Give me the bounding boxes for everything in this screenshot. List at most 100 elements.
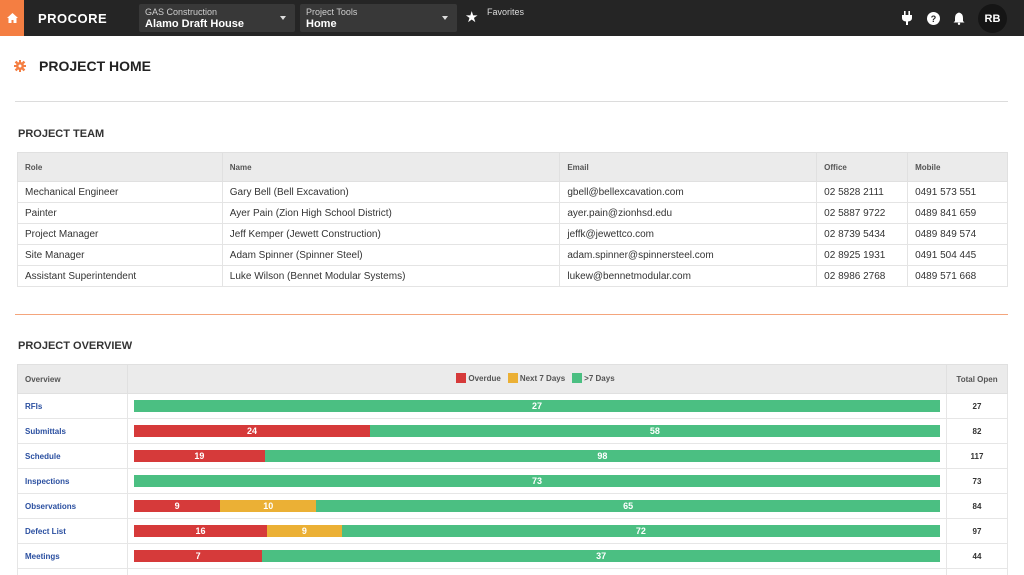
overview-item-link[interactable]: Schedule xyxy=(17,443,128,469)
plug-icon[interactable] xyxy=(899,10,915,26)
office-cell: 02 5828 2111 xyxy=(816,181,909,203)
stacked-bar[interactable]: 9 10 65 xyxy=(134,500,940,512)
overview-item-link[interactable]: Submittals xyxy=(17,418,128,444)
bar-value-label: 19 xyxy=(194,451,205,461)
bar-cell: 9 10 65 xyxy=(127,493,947,519)
stacked-bar[interactable]: 24 58 xyxy=(134,425,940,437)
column-header-email[interactable]: Email xyxy=(559,152,818,182)
name-cell: Ayer Pain (Zion High School District) xyxy=(221,202,561,224)
bar-segment-overdue[interactable]: 16 xyxy=(134,525,267,537)
office-cell: 02 8986 2768 xyxy=(816,265,909,287)
bar-segment-next7[interactable]: 9 xyxy=(266,525,342,537)
help-icon[interactable]: ? xyxy=(925,10,941,26)
chevron-down-icon xyxy=(442,16,448,20)
bar-value-label: 73 xyxy=(531,476,542,486)
svg-text:?: ? xyxy=(930,14,936,24)
role-cell: Painter xyxy=(17,202,223,224)
bar-segment-later[interactable]: 37 xyxy=(262,550,940,562)
stacked-bar[interactable]: 27 xyxy=(134,400,940,412)
procore-logo[interactable]: PROCORE xyxy=(38,11,107,26)
project-team-table: Role Name Email Office Mobile Mechanical… xyxy=(17,152,1008,287)
overview-item-link[interactable]: Observations xyxy=(17,493,128,519)
project-team-title: PROJECT TEAM xyxy=(18,128,105,140)
overview-row: Inspections 73 73 xyxy=(17,468,1008,494)
bell-icon[interactable] xyxy=(951,10,967,26)
stacked-bar[interactable]: 73 xyxy=(134,475,940,487)
mobile-cell: 0491 504 445 xyxy=(907,244,1008,266)
stacked-bar[interactable]: 7 37 xyxy=(134,550,940,562)
bar-value-label: 98 xyxy=(597,451,608,461)
mobile-cell: 0491 573 551 xyxy=(907,181,1008,203)
stacked-bar[interactable]: 16 9 72 xyxy=(134,525,940,537)
email-cell: lukew@bennetmodular.com xyxy=(559,265,818,287)
star-icon[interactable]: ★ xyxy=(465,10,478,26)
column-header-name[interactable]: Name xyxy=(221,152,561,182)
project-overview-table: Overview Overdue Next 7 Days >7 Days Tot… xyxy=(17,364,1008,575)
total-open-value: 117 xyxy=(946,443,1008,469)
name-cell: Gary Bell (Bell Excavation) xyxy=(221,181,561,203)
bar-value-label: 7 xyxy=(195,551,201,561)
bar-segment-overdue[interactable]: 7 xyxy=(134,550,263,562)
name-cell: Jeff Kemper (Jewett Construction) xyxy=(221,223,561,245)
bar-value-label: 10 xyxy=(263,501,274,511)
bar-segment-overdue[interactable]: 9 xyxy=(134,500,221,512)
bar-segment-later[interactable]: 98 xyxy=(264,450,940,462)
bar-cell: 24 58 xyxy=(127,418,947,444)
legend-item-overdue: Overdue xyxy=(456,373,501,383)
bar-segment-later[interactable]: 73 xyxy=(134,475,940,487)
user-avatar[interactable]: RB xyxy=(978,4,1007,33)
bar-segment-overdue[interactable]: 24 xyxy=(134,425,370,437)
overview-row: Meetings 7 37 44 xyxy=(17,543,1008,569)
legend-swatch-later xyxy=(572,373,583,383)
total-open-value: 97 xyxy=(946,518,1008,544)
favorites-link[interactable]: Favorites xyxy=(487,7,524,17)
bar-cell: 16 9 72 xyxy=(127,518,947,544)
table-header-row: Role Name Email Office Mobile xyxy=(17,152,1008,182)
legend-label: >7 Days xyxy=(584,373,615,383)
table-header-row: Overview Overdue Next 7 Days >7 Days Tot… xyxy=(17,364,1008,394)
legend-label: Overdue xyxy=(468,373,501,383)
bar-segment-overdue[interactable]: 19 xyxy=(134,450,265,462)
bar-segment-later[interactable]: 72 xyxy=(341,525,940,537)
legend-swatch-next7 xyxy=(507,373,518,383)
role-cell: Site Manager xyxy=(17,244,223,266)
office-cell: 02 8925 1931 xyxy=(816,244,909,266)
bar-segment-later[interactable]: 27 xyxy=(134,400,940,412)
office-cell: 02 8739 5434 xyxy=(816,223,909,245)
tool-picker[interactable]: Project Tools Home xyxy=(300,4,457,32)
table-row: Assistant Superintendent Luke Wilson (Be… xyxy=(17,265,1008,287)
role-cell: Mechanical Engineer xyxy=(17,181,223,203)
bar-value-label: 9 xyxy=(301,526,307,536)
bar-value-label: 16 xyxy=(195,526,206,536)
bar-cell: 7 37 xyxy=(127,543,947,569)
mobile-cell: 0489 571 668 xyxy=(907,265,1008,287)
bar-segment-later[interactable]: 58 xyxy=(369,425,940,437)
mobile-cell: 0489 841 659 xyxy=(907,202,1008,224)
column-header-role[interactable]: Role xyxy=(17,152,223,182)
office-cell: 02 5887 9722 xyxy=(816,202,909,224)
overview-cell xyxy=(127,568,947,575)
column-header-office[interactable]: Office xyxy=(816,152,909,182)
bar-value-label: 9 xyxy=(174,501,180,511)
column-header-mobile[interactable]: Mobile xyxy=(907,152,1008,182)
bar-segment-later[interactable]: 65 xyxy=(316,500,940,512)
home-button[interactable] xyxy=(0,0,24,36)
overview-item-link[interactable]: Defect List xyxy=(17,518,128,544)
overview-item-link[interactable]: Meetings xyxy=(17,543,128,569)
total-open-value: 84 xyxy=(946,493,1008,519)
role-cell: Assistant Superintendent xyxy=(17,265,223,287)
chart-legend-header: Overdue Next 7 Days >7 Days xyxy=(127,364,947,394)
overview-row: RFIs 27 27 xyxy=(17,393,1008,419)
overview-row: Observations 9 10 65 84 xyxy=(17,493,1008,519)
table-row: Project Manager Jeff Kemper (Jewett Cons… xyxy=(17,223,1008,245)
divider xyxy=(15,101,1008,102)
legend-label: Next 7 Days xyxy=(519,373,566,383)
project-picker[interactable]: GAS Construction Alamo Draft House xyxy=(139,4,295,32)
overview-item-link[interactable]: RFIs xyxy=(17,393,128,419)
stacked-bar[interactable]: 19 98 xyxy=(134,450,940,462)
overview-body: RFIs 27 27 Submittals 24 58 82 Schedule 19 98 117 I… xyxy=(17,393,1008,575)
total-open-value: 44 xyxy=(946,543,1008,569)
bar-segment-next7[interactable]: 10 xyxy=(220,500,317,512)
tool-selected: Home xyxy=(306,18,337,30)
overview-item-link[interactable]: Inspections xyxy=(17,468,128,494)
